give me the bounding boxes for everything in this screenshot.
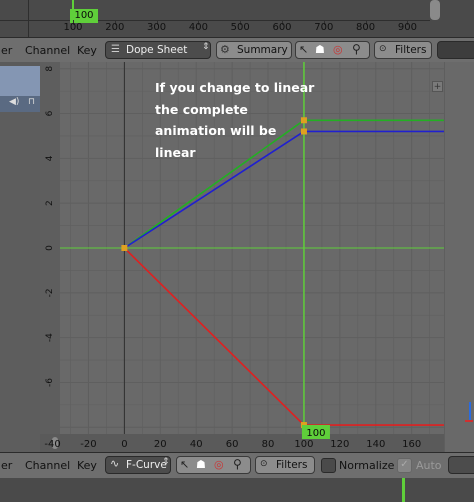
- search-icon[interactable]: ⚲: [233, 457, 242, 471]
- timeline-ruler[interactable]: 100 100 200 300 400 500 600 700 800 900: [0, 0, 474, 37]
- ghost-icon[interactable]: ☗: [196, 458, 206, 471]
- keyframe-point: [121, 245, 128, 251]
- ruler-scrollbar[interactable]: [430, 0, 440, 20]
- search-icon[interactable]: ⚲: [352, 42, 361, 56]
- normalize-checkbox[interactable]: [321, 458, 336, 473]
- speaker-icon[interactable]: ◀): [9, 97, 19, 107]
- updown-icon: ⇕: [202, 42, 210, 52]
- x-tick-label: 40: [190, 439, 203, 450]
- pivot-select[interactable]: [448, 456, 474, 474]
- x-tick-label: 80: [262, 439, 275, 450]
- filters-button[interactable]: ⊙ Filters: [255, 456, 315, 474]
- x-tick-label: 60: [226, 439, 239, 450]
- y-tick-label: 2: [45, 200, 55, 206]
- ghost-icon[interactable]: ☗: [315, 43, 325, 56]
- summary-icon: ⚙: [220, 43, 230, 56]
- y-tick-label: 6: [45, 110, 55, 116]
- channel-row-object[interactable]: [0, 66, 40, 96]
- ruler-tick-label: 800: [356, 22, 376, 33]
- y-tick-label: 4: [45, 155, 55, 161]
- filter-toggle-group: ↖ ☗ ◎ ⚲: [295, 41, 370, 59]
- ruler-tick-label: 300: [147, 22, 167, 33]
- graph-editor-header: er Channel Key ∿ F-Curve ⇕ ↖ ☗ ◎ ⚲ ⊙ Fil…: [0, 452, 474, 480]
- y-tick-label: 0: [45, 245, 55, 251]
- view-menu[interactable]: er: [1, 44, 12, 57]
- properties-strip: [444, 62, 474, 452]
- axis-gizmo: [465, 402, 473, 432]
- key-menu[interactable]: Key: [77, 44, 97, 57]
- x-tick-label: 160: [402, 439, 421, 450]
- y-tick-label: -2: [45, 288, 55, 297]
- channel-list-empty: [0, 112, 40, 452]
- x-tick-label: 0: [121, 439, 127, 450]
- updown-icon: ⇕: [162, 457, 170, 467]
- filter-icon: ⊙: [260, 459, 268, 469]
- lock-icon[interactable]: ⊓: [28, 97, 35, 107]
- current-frame-label: 100: [306, 428, 325, 439]
- channel-menu[interactable]: Channel: [25, 459, 70, 472]
- ruler-tick-label: 900: [397, 22, 417, 33]
- ruler-tick-label: 100: [63, 22, 83, 33]
- x-tick-label: 120: [330, 439, 349, 450]
- auto-label: Auto: [416, 459, 442, 472]
- frame-indicator[interactable]: 100: [70, 9, 98, 23]
- channel-panel: ◀) ⊓: [0, 62, 40, 452]
- view-menu[interactable]: er: [1, 459, 12, 472]
- dope-sheet-icon: ☰: [111, 44, 120, 55]
- fcurve-icon: ∿: [110, 457, 120, 470]
- x-location-curve: [123, 247, 444, 426]
- error-icon[interactable]: ◎: [214, 458, 224, 471]
- ruler-tick-label: 700: [314, 22, 334, 33]
- y-tick-label: -6: [45, 378, 55, 387]
- mode-select[interactable]: ∿ F-Curve ⇕: [105, 456, 171, 474]
- filter-toggle-group: ↖ ☗ ◎ ⚲: [176, 456, 251, 474]
- auto-checkbox[interactable]: ✓: [397, 458, 412, 473]
- ruler-tick-label: 200: [105, 22, 125, 33]
- ruler-tick-label: 600: [272, 22, 292, 33]
- ruler-tick-label: 400: [188, 22, 208, 33]
- error-icon[interactable]: ◎: [333, 43, 343, 56]
- y-tick-label: -4: [45, 333, 55, 342]
- ruler-tick-label: 500: [230, 22, 250, 33]
- frame-cursor: [72, 0, 74, 10]
- ruler-divider: [28, 0, 29, 37]
- filter-icon: ⊙: [379, 44, 387, 54]
- plus-icon[interactable]: +: [432, 81, 443, 92]
- key-menu[interactable]: Key: [77, 459, 97, 472]
- header-overflow[interactable]: [437, 41, 474, 59]
- dope-sheet-header: er Channel Key ☰ Dope Sheet ⇕ ⚙ Summary …: [0, 37, 474, 64]
- filters-button[interactable]: ⊙ Filters: [374, 41, 432, 59]
- normalize-label: Normalize: [339, 459, 395, 472]
- cursor-icon[interactable]: ↖: [299, 43, 308, 56]
- timeline-frame-cursor: [402, 478, 405, 502]
- cursor-icon[interactable]: ↖: [180, 458, 189, 471]
- tutorial-annotation: If you change to linear the complete ani…: [155, 80, 315, 160]
- x-tick-label: -40: [44, 439, 60, 450]
- channel-menu[interactable]: Channel: [25, 44, 70, 57]
- timeline-strip: [0, 478, 474, 502]
- x-tick-label: -20: [80, 439, 96, 450]
- y-tick-label: 8: [45, 66, 55, 72]
- channel-row-action[interactable]: ◀) ⊓: [0, 96, 40, 112]
- x-tick-label: 20: [154, 439, 167, 450]
- mode-select[interactable]: ☰ Dope Sheet ⇕: [105, 41, 211, 59]
- x-tick-label: 140: [366, 439, 385, 450]
- x-tick-label: 100: [294, 439, 313, 450]
- summary-button[interactable]: ⚙ Summary: [216, 41, 292, 59]
